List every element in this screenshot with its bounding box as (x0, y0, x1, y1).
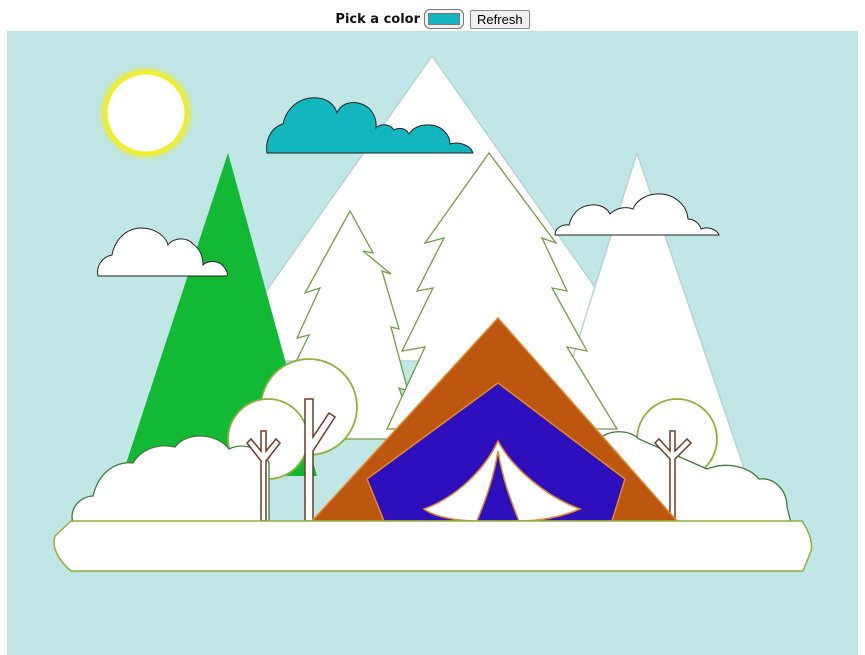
sun[interactable] (104, 71, 188, 155)
toolbar: Pick a color Refresh (0, 6, 865, 32)
coloring-canvas[interactable] (7, 31, 858, 655)
ground[interactable] (53, 520, 813, 572)
selected-color-swatch (428, 13, 461, 25)
color-picker-label: Pick a color (335, 11, 421, 27)
color-picker-input[interactable] (424, 9, 465, 29)
refresh-button[interactable]: Refresh (470, 9, 530, 29)
